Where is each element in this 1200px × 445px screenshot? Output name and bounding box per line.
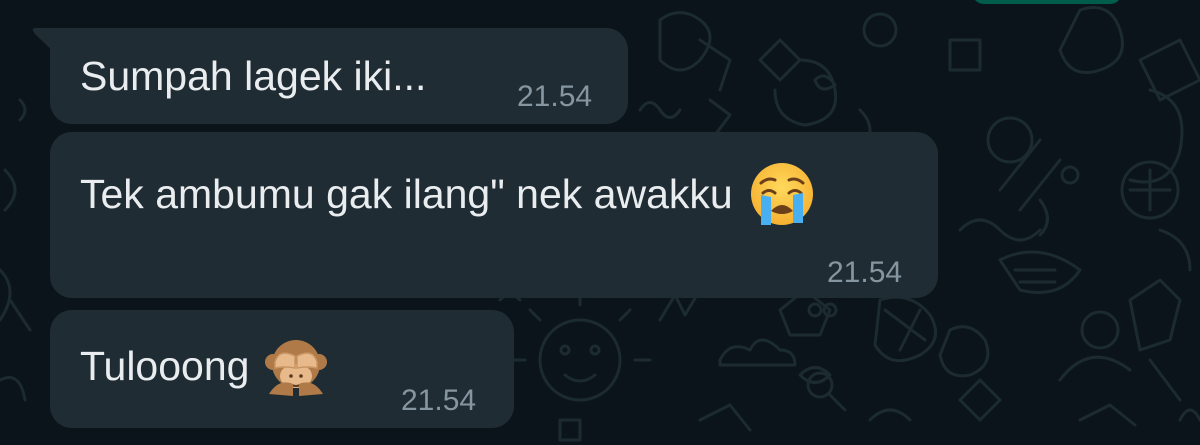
- message-text: Sumpah lagek iki...: [80, 53, 427, 99]
- crying-face-emoji: [750, 163, 813, 225]
- message-text: Tek ambumu gak ilang" nek awakku: [80, 170, 733, 217]
- outgoing-bubble-partial[interactable]: [972, 0, 1122, 4]
- see-no-evil-monkey-emoji: [265, 340, 328, 396]
- message-timestamp: 21.54: [827, 256, 903, 289]
- message-timestamp: 21.54: [401, 384, 477, 417]
- message-timestamp: 21.54: [517, 80, 593, 113]
- bubble-tail: [32, 28, 58, 56]
- message-text: Tulooong: [80, 342, 250, 389]
- message-content: Tulooong: [80, 336, 329, 396]
- message-content: Tek ambumu gak ilang" nek awakku: [80, 163, 817, 225]
